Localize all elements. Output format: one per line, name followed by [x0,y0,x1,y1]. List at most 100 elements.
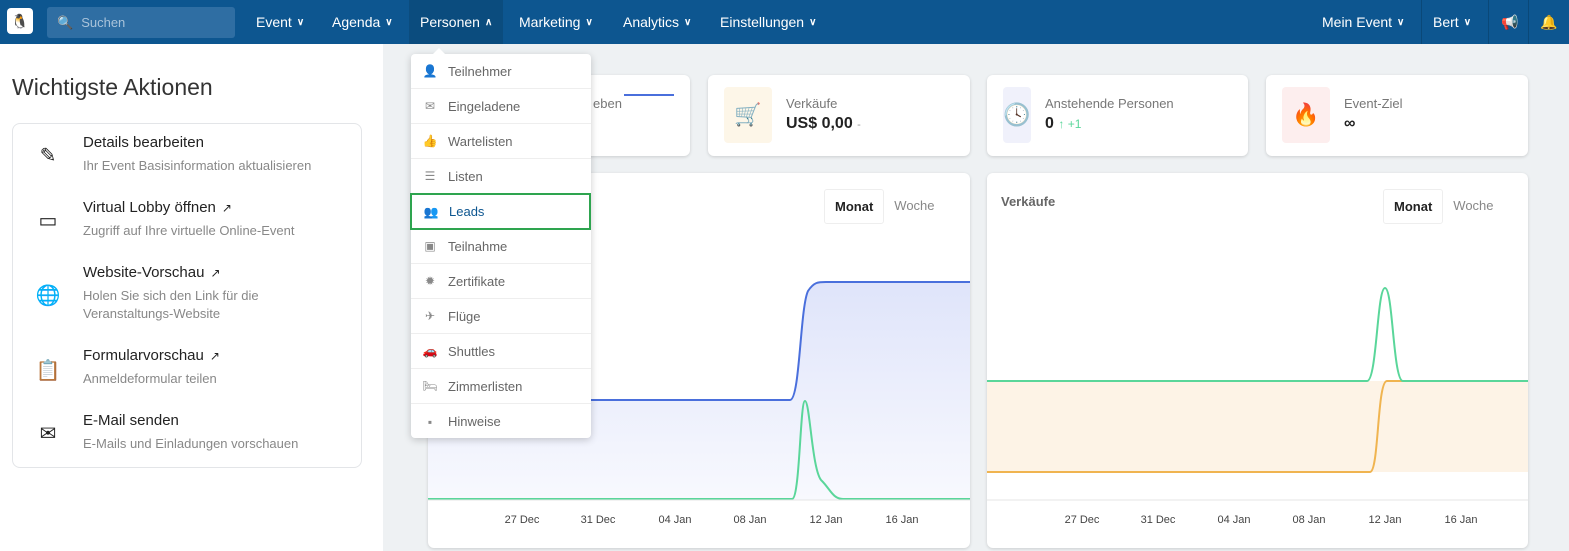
nav-personen[interactable]: Personen ∧ [409,0,504,44]
menu-label: Hinweise [448,414,501,429]
app-logo[interactable]: 🐧 [7,8,33,34]
menu-item-listen[interactable]: ☰ Listen [411,159,591,194]
list-icon: ☰ [424,169,436,183]
clock-icon: 🕓 [1003,87,1031,143]
chart-card-sales: Verkäufe Monat Woche 27 Dec 31 Dec 04 Ja… [987,173,1528,548]
bell-icon: 🔔 [1540,13,1558,30]
top-navbar: 🐧 🔍 Suchen Event ∨ Agenda ∨ Personen ∧ Marke… [0,0,1569,44]
search-input[interactable]: 🔍 Suchen [47,7,235,38]
chevron-down-icon: ∨ [1397,16,1405,28]
megaphone-icon: 📢 [1501,13,1519,30]
stat-delta: ↑ +1 [1058,117,1082,131]
clipboard-icon: 📋 [35,359,61,382]
action-title: Virtual Lobby öffnen ↗ [83,199,232,216]
menu-label: Teilnehmer [448,63,512,79]
nav-label: Einstellungen [720,14,805,30]
x-tick-label: 27 Dec [504,514,540,526]
cart-icon: 🛒 [724,87,772,143]
search-icon: 🔍 [57,14,74,30]
user-icon: 👤 [422,64,438,78]
action-subtitle: Holen Sie sich den Link für die Veransta… [83,288,259,321]
action-title: Formularvorschau ↗ [83,347,220,364]
menu-item-shuttles[interactable]: 🚗 Shuttles [411,334,591,369]
menu-label: Wartelisten [448,133,513,149]
stat-value-text: 0 [1045,115,1054,132]
chart-plot [987,286,1528,501]
action-subtitle: Zugriff auf Ihre virtuelle Online-Event [83,223,295,238]
fire-icon: 🔥 [1282,87,1330,143]
menu-item-teilnahme[interactable]: ▣ Teilnahme [411,229,591,264]
nav-label: Event [256,14,292,30]
announcements-button[interactable]: 📢 [1490,0,1529,44]
stat-value: ∞ [1344,115,1356,132]
chevron-down-icon: ∨ [585,16,593,28]
x-tick-label: 31 Dec [1140,514,1176,526]
menu-item-teilnehmer[interactable]: 👤 Teilnehmer [411,54,591,89]
x-tick-label: 04 Jan [658,514,692,526]
stat-card-pending: 🕓 Anstehende Personen 0 ↑ +1 [987,75,1248,156]
menu-label: Zimmerlisten [448,378,523,394]
menu-label: Zertifikate [448,273,506,289]
menu-item-fluege[interactable]: ✈ Flüge [411,299,591,334]
users-icon: 👥 [423,204,439,219]
nav-agenda[interactable]: Agenda ∨ [321,0,404,44]
x-tick-label: 04 Jan [1217,514,1251,526]
nav-mein-event[interactable]: Mein Event ∨ [1311,0,1415,44]
pencil-icon: ✎ [39,144,57,167]
series-line-green [987,286,1528,382]
x-tick-label: 31 Dec [580,514,616,526]
external-link-icon: ↗ [209,349,220,363]
page-title: Wichtigste Aktionen [12,74,213,100]
stat-label: eben [593,96,622,111]
menu-item-zertifikate[interactable]: ✹ Zertifikate [411,264,591,299]
x-tick-label: 08 Jan [733,514,767,526]
nav-user-menu[interactable]: Bert ∨ [1422,0,1482,44]
external-link-icon: ↗ [221,201,232,215]
action-title: Website-Vorschau ↗ [83,264,221,281]
nav-einstellungen[interactable]: Einstellungen ∨ [709,0,827,44]
nav-label: Mein Event [1322,14,1393,30]
nav-analytics[interactable]: Analytics ∨ [612,0,702,44]
menu-item-leads[interactable]: 👥 Leads [410,193,591,230]
action-subtitle: Anmeldeformular teilen [83,371,217,386]
x-tick-label: 16 Jan [885,514,919,526]
stat-value: US$ 0,00 - [786,115,861,133]
thumbs-up-icon: 👍 [422,134,438,148]
menu-item-eingeladene[interactable]: ✉ Eingeladene [411,89,591,124]
menu-item-wartelisten[interactable]: 👍 Wartelisten [411,124,591,159]
plane-icon: ✈ [424,309,436,323]
stat-card-sales: 🛒 Verkäufe US$ 0,00 - [708,75,970,156]
series-area-fill [987,381,1528,472]
left-panel: Wichtigste Aktionen ✎ Details bearbeiten I… [0,44,383,551]
nav-label: Marketing [519,14,581,30]
nav-event[interactable]: Event ∨ [245,0,315,44]
presentation-icon: ▣ [424,239,436,253]
stat-value-text: US$ 0,00 [786,115,853,132]
chevron-down-icon: ∨ [684,16,692,28]
menu-label: Shuttles [448,343,495,359]
divider [1488,0,1489,44]
personen-dropdown-menu: 👤 Teilnehmer ✉ Eingeladene 👍 Wartelisten ☰ L… [410,48,591,439]
nav-marketing[interactable]: Marketing ∨ [508,0,604,44]
menu-label: Leads [449,204,485,219]
certificate-icon: ✹ [424,274,436,288]
menu-label: Listen [448,168,483,184]
menu-item-zimmerlisten[interactable]: 🛏 Zimmerlisten [411,369,591,404]
stat-card-goal: 🔥 Event-Ziel ∞ [1266,75,1528,156]
notifications-button[interactable]: 🔔 [1529,0,1568,44]
x-tick-label: 12 Jan [809,514,843,526]
globe-icon: 🌐 [35,284,61,307]
x-tick-label: 08 Jan [1292,514,1326,526]
x-tick-label: 27 Dec [1064,514,1100,526]
menu-item-hinweise[interactable]: ▪ Hinweise [411,404,591,439]
action-subtitle: Ihr Event Basisinformation aktualisieren [83,158,312,173]
chevron-down-icon: ∨ [809,16,817,28]
chevron-down-icon: ∨ [296,16,305,28]
action-title: Details bearbeiten [83,134,204,151]
note-icon: ▪ [427,414,433,429]
stat-label: Event-Ziel [1344,96,1403,111]
search-placeholder: Suchen [81,15,126,30]
stat-value: 0 ↑ +1 [1045,115,1081,133]
bed-icon: 🛏 [422,379,438,393]
action-title: E-Mail senden [83,412,179,429]
